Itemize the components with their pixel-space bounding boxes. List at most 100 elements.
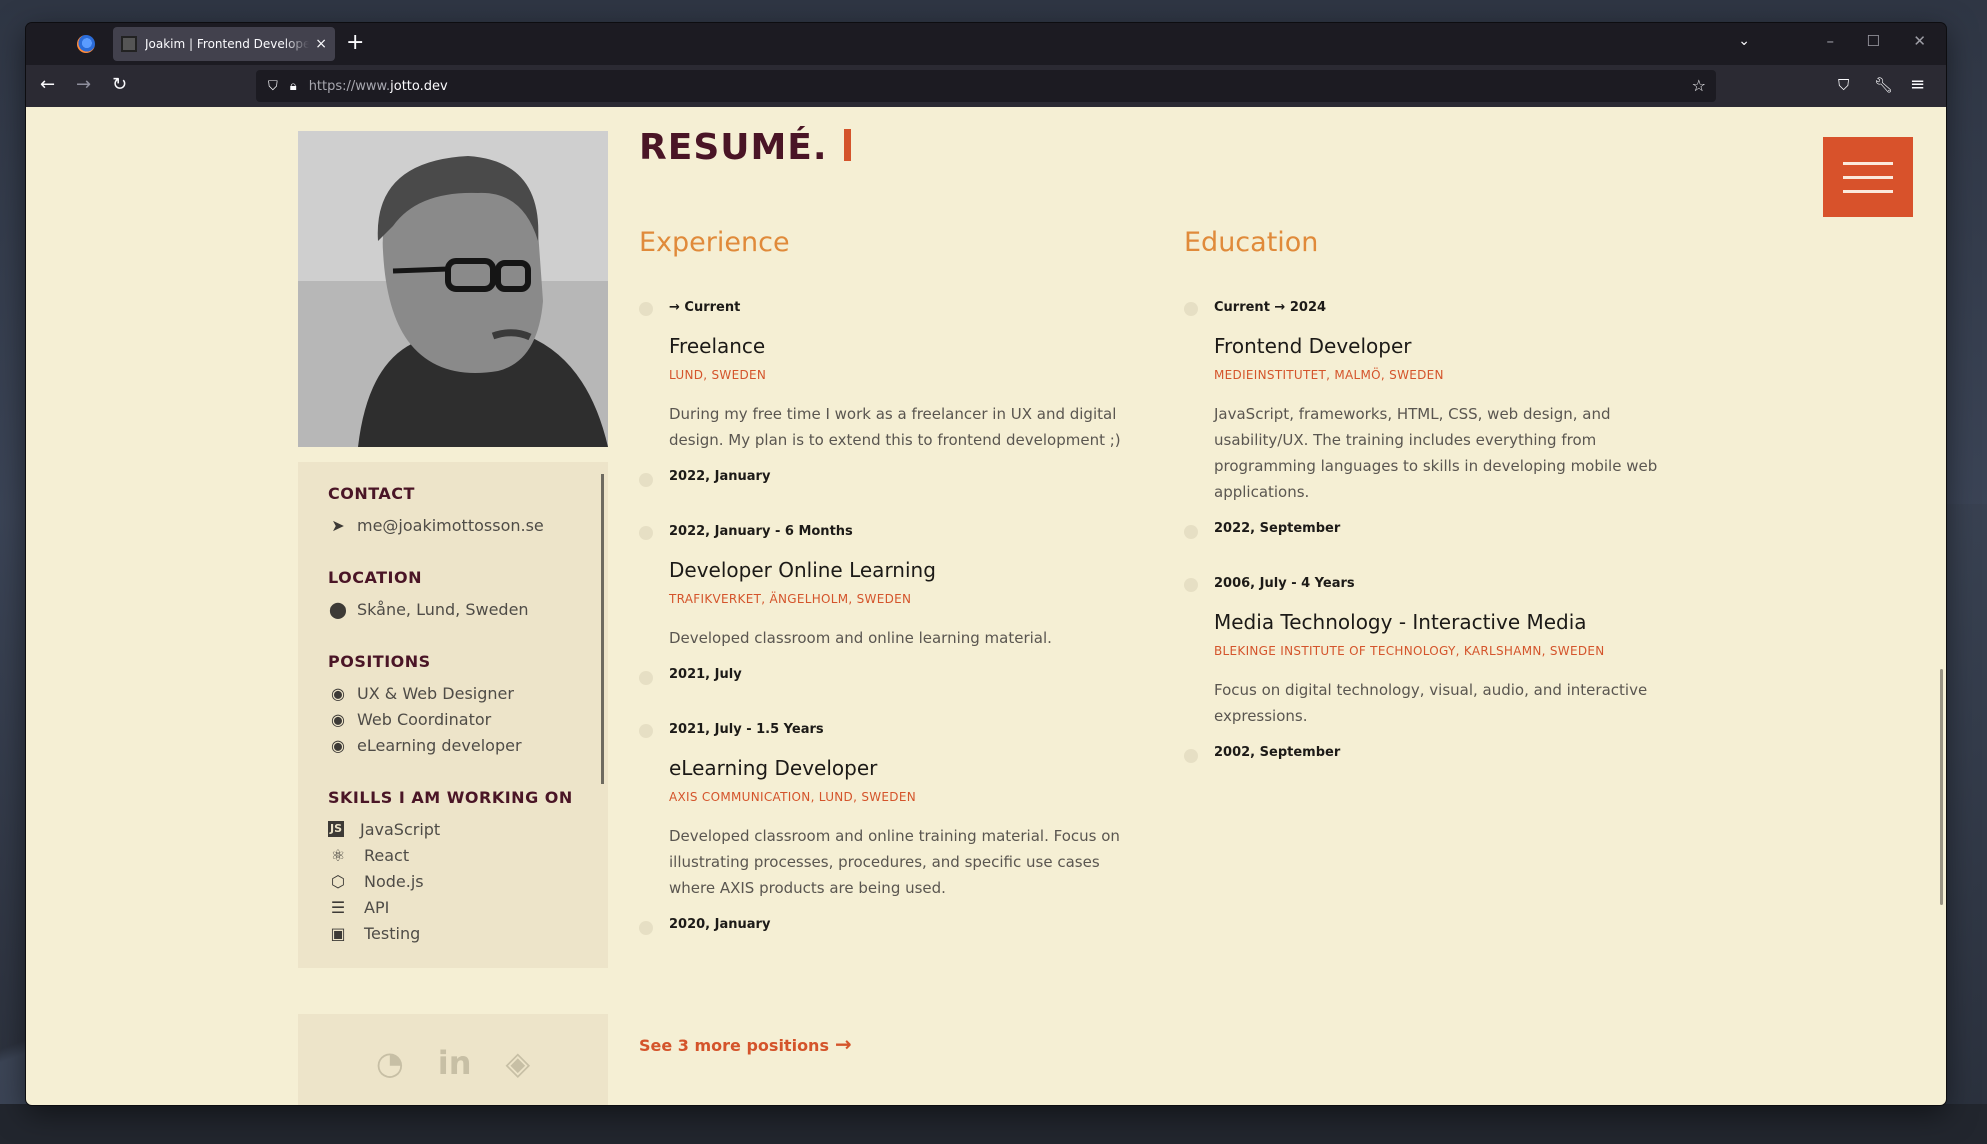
timeline-dot xyxy=(1184,578,1198,592)
nodejs-icon: ⬡ xyxy=(331,871,345,891)
js-icon: JS xyxy=(328,821,344,837)
wrench-icon[interactable]: 🔧︎ xyxy=(1874,74,1893,96)
info-card: CONTACT ➤ me@joakimottosson.se LOCATION … xyxy=(298,462,608,968)
positions-section: POSITIONS ◉ UX & Web Designer ◉ Web Coordi… xyxy=(328,652,578,758)
menu-bar xyxy=(1843,189,1893,193)
entry-org: LUND, SWEDEN xyxy=(669,368,767,382)
firefox-icon[interactable] xyxy=(77,35,95,53)
education-entry: Current → 2024 Frontend Developer MEDIEI… xyxy=(1184,300,1694,541)
tab-close-icon[interactable]: × xyxy=(315,36,327,52)
menu-bar xyxy=(1843,161,1893,165)
favicon-icon xyxy=(121,36,137,52)
entry-date: 2021, July - 1.5 Years xyxy=(669,722,824,737)
taskbar xyxy=(0,1104,1987,1144)
education-title: Education xyxy=(1184,227,1319,258)
entry-description: Focus on digital technology, visual, aud… xyxy=(1214,681,1648,725)
codepen-icon[interactable]: ◈ xyxy=(506,1044,531,1082)
position-item: UX & Web Designer xyxy=(357,683,514,703)
skill-item: React xyxy=(364,845,410,865)
entry-role: Frontend Developer xyxy=(1214,334,1412,358)
shield-icon[interactable]: ⛉ xyxy=(268,79,278,94)
experience-entry: → Current Freelance LUND, SWEDEN During … xyxy=(639,300,1149,489)
linkedin-icon[interactable]: in xyxy=(438,1044,472,1082)
experience-title: Experience xyxy=(639,227,790,258)
entry-end-date: 2020, January xyxy=(639,917,1149,937)
browser-window: Joakim | Frontend Developer studying × +… xyxy=(26,23,1946,1105)
back-icon[interactable]: ← xyxy=(40,74,55,96)
positions-heading: POSITIONS xyxy=(328,652,431,671)
portrait-image xyxy=(298,131,608,447)
chevron-down-icon[interactable]: ⌄ xyxy=(1738,33,1750,49)
entry-role: Developer Online Learning xyxy=(669,558,936,582)
timeline-dot xyxy=(639,724,653,738)
skill-item: Testing xyxy=(364,923,421,943)
page-title: RESUMÉ. xyxy=(639,127,851,168)
entry-date: 2006, July - 4 Years xyxy=(1214,576,1355,591)
entry-end-date: 2022, September xyxy=(1184,521,1694,541)
skill-item: API xyxy=(364,897,390,917)
entry-end-date: 2022, January xyxy=(639,469,1149,489)
entry-org: MEDIEINSTITUTET, MALMÖ, SWEDEN xyxy=(1214,368,1444,382)
skill-item: Node.js xyxy=(364,871,424,891)
arrow-right-icon: → xyxy=(834,1032,852,1056)
entry-date: Current → 2024 xyxy=(1214,300,1327,315)
page-viewport: CONTACT ➤ me@joakimottosson.se LOCATION … xyxy=(26,107,1946,1105)
target-icon: ◉ xyxy=(331,683,345,703)
bookmark-star-icon[interactable]: ☆ xyxy=(1692,76,1706,95)
entry-role: Media Technology - Interactive Media xyxy=(1214,610,1587,634)
profile-photo xyxy=(298,131,608,447)
new-tab-button[interactable]: + xyxy=(346,31,364,55)
experience-entry: 2022, January - 6 Months Developer Onlin… xyxy=(639,524,1149,687)
position-item: Web Coordinator xyxy=(357,709,492,729)
social-links: ◔ in ◈ xyxy=(298,1014,608,1105)
see-more-link[interactable]: See 3 more positions → xyxy=(639,1032,852,1056)
tab-bar: Joakim | Frontend Developer studying × +… xyxy=(26,23,1946,65)
location-value: Skåne, Lund, Sweden xyxy=(357,599,529,619)
entry-date: 2022, January - 6 Months xyxy=(669,524,853,539)
hamburger-menu-icon[interactable]: ≡ xyxy=(1910,74,1925,96)
close-window-icon[interactable]: ✕ xyxy=(1913,32,1926,50)
minimize-icon[interactable]: – xyxy=(1827,32,1835,50)
contact-section: CONTACT ➤ me@joakimottosson.se xyxy=(328,484,578,538)
contact-email[interactable]: me@joakimottosson.se xyxy=(357,516,544,535)
github-icon[interactable]: ◔ xyxy=(376,1044,404,1082)
page-scrollbar[interactable] xyxy=(1940,669,1943,905)
maximize-icon[interactable]: ☐ xyxy=(1867,32,1880,50)
entry-description: JavaScript, frameworks, HTML, CSS, web d… xyxy=(1214,405,1658,501)
education-entry: 2006, July - 4 Years Media Technology - … xyxy=(1184,576,1694,765)
reload-icon[interactable]: ↻ xyxy=(112,74,127,96)
pocket-icon[interactable]: ⛉ xyxy=(1838,74,1849,96)
entry-org: TRAFIKVERKET, ÄNGELHOLM, SWEDEN xyxy=(669,592,912,606)
robot-icon: ▣ xyxy=(330,923,346,943)
timeline-dot xyxy=(639,526,653,540)
entry-role: eLearning Developer xyxy=(669,756,878,780)
database-icon: ☰ xyxy=(330,897,346,917)
url-bar[interactable]: ⛉ 🔒︎ https://www.jotto.dev ☆ xyxy=(256,70,1716,102)
location-heading: LOCATION xyxy=(328,568,422,587)
lock-icon[interactable]: 🔒︎ xyxy=(290,79,297,94)
timeline-dot xyxy=(639,302,653,316)
send-icon: ➤ xyxy=(331,515,345,535)
skill-item: JavaScript xyxy=(360,819,441,839)
menu-button[interactable] xyxy=(1823,137,1913,217)
timeline-dot xyxy=(1184,749,1198,763)
entry-description: Developed classroom and online learning … xyxy=(669,629,1052,647)
info-scrollbar[interactable] xyxy=(601,474,604,784)
target-icon: ◉ xyxy=(331,709,345,729)
nav-bar: ← → ↻ ⛉ 🔒︎ https://www.jotto.dev ☆ ⛉ 🔧︎ … xyxy=(26,65,1946,107)
pin-icon: ⬤ xyxy=(329,599,347,619)
experience-timeline: → Current Freelance LUND, SWEDEN During … xyxy=(639,300,1149,937)
education-timeline: Current → 2024 Frontend Developer MEDIEI… xyxy=(1184,300,1694,765)
menu-bar xyxy=(1843,175,1893,179)
react-icon: ⚛ xyxy=(330,845,346,865)
tab-active[interactable]: Joakim | Frontend Developer studying × xyxy=(113,27,335,61)
contact-heading: CONTACT xyxy=(328,484,415,503)
url-text[interactable]: https://www.jotto.dev xyxy=(309,79,448,94)
skills-heading: SKILLS I AM WORKING ON xyxy=(328,788,573,807)
entry-org: BLEKINGE INSTITUTE OF TECHNOLOGY, KARLSH… xyxy=(1214,644,1605,658)
target-icon: ◉ xyxy=(331,735,345,755)
entry-description: Developed classroom and online training … xyxy=(669,827,1120,897)
experience-entry: 2021, July - 1.5 Years eLearning Develop… xyxy=(639,722,1149,937)
location-section: LOCATION ⬤ Skåne, Lund, Sweden xyxy=(328,568,578,622)
forward-icon[interactable]: → xyxy=(76,74,91,96)
